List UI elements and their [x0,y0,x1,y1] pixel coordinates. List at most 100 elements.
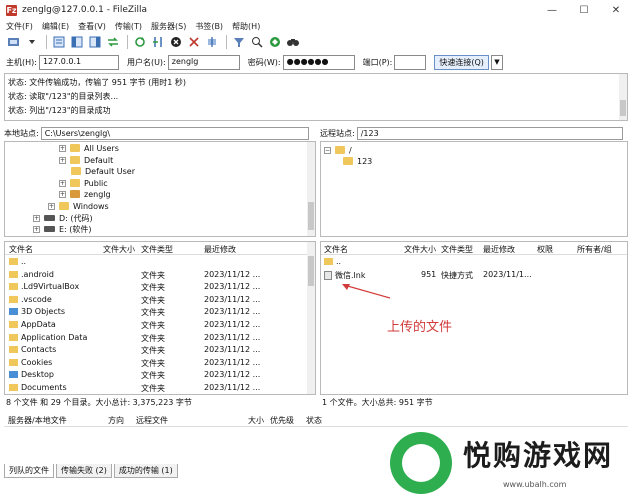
local-list-scrollbar[interactable] [307,242,315,394]
column-filename[interactable]: 文件名 [324,244,348,255]
menu-bookmarks[interactable]: 书签(B) [195,21,223,32]
expand-icon[interactable]: + [33,214,40,222]
site-manager-icon[interactable] [6,35,21,50]
file-name-cell: Cookies [9,358,52,367]
expand-icon[interactable]: + [59,190,66,198]
file-row[interactable]: .Ld9VirtualBox 文件夹 2023/11/12 ... [5,281,315,294]
column-permissions[interactable]: 权限 [537,244,553,255]
file-row[interactable]: Documents 文件夹 2023/11/12 ... [5,382,315,394]
file-name-cell: .. [324,257,341,266]
refresh-icon[interactable] [132,35,147,50]
reconnect-icon[interactable] [204,35,219,50]
expand-icon[interactable]: + [48,202,55,210]
file-row[interactable]: .android 文件夹 2023/11/12 ... [5,269,315,282]
title-bar: Fz zenglg@127.0.0.1 - FileZilla — ☐ ✕ [0,0,632,20]
log-scrollbar[interactable] [619,74,627,120]
port-input[interactable] [394,54,427,70]
file-row[interactable]: Application Data 文件夹 2023/11/12 ... [5,332,315,345]
queue-column-remote[interactable]: 远程文件 [136,415,168,426]
expand-icon[interactable]: + [33,225,40,233]
remote-file-list: 文件名 文件大小 文件类型 最近修改 权限 所有者/组 .. 微信.lnk 951 快… [320,241,628,395]
file-name-cell: 微信.lnk [324,270,365,281]
process-queue-icon[interactable] [150,35,165,50]
local-tree-scrollbar[interactable] [307,142,315,236]
column-modified[interactable]: 最近修改 [483,244,515,255]
compare-icon[interactable] [267,35,282,50]
toggle-local-tree-icon[interactable] [69,35,84,50]
tab-queued-files[interactable]: 列队的文件 [4,464,54,478]
file-row[interactable]: Desktop 文件夹 2023/11/12 ... [5,369,315,382]
tab-failed-transfers[interactable]: 传输失败 (2) [56,464,112,478]
column-filetype[interactable]: 文件类型 [441,244,473,255]
host-input[interactable]: 127.0.0.1 [38,54,119,70]
scroll-thumb[interactable] [308,256,314,286]
tree-item[interactable]: + Windows [48,200,109,212]
quickconnect-dropdown-icon[interactable]: ▼ [490,54,503,70]
file-icon [324,270,332,280]
local-path-input[interactable]: C:\Users\zenglg\ [40,126,309,140]
disconnect-icon[interactable] [186,35,201,50]
tree-item-label: Default [84,155,114,165]
queue-column-local[interactable]: 服务器/本地文件 [8,415,67,426]
menu-help[interactable]: 帮助(H) [232,21,260,32]
tree-item[interactable]: Default User [71,165,135,177]
menu-file[interactable]: 文件(F) [6,21,33,32]
column-filesize[interactable]: 文件大小 [103,244,135,255]
username-input[interactable]: zenglg [167,54,240,70]
expand-icon[interactable]: + [59,179,66,187]
column-filename[interactable]: 文件名 [9,244,33,255]
file-name-cell: Documents [9,383,67,392]
queue-column-direction[interactable]: 方向 [108,415,124,426]
expand-icon[interactable]: + [59,156,66,164]
minimize-button[interactable]: — [536,0,568,20]
maximize-button[interactable]: ☐ [568,0,600,20]
queue-column-status[interactable]: 状态 [306,415,322,426]
toggle-queue-icon[interactable] [105,35,120,50]
menu-transfer[interactable]: 传输(T) [115,21,142,32]
tree-item[interactable]: + zenglg [59,188,111,200]
file-row[interactable]: 3D Objects 文件夹 2023/11/12 ... [5,306,315,319]
file-row[interactable]: Cookies 文件夹 2023/11/12 ... [5,357,315,370]
expand-icon[interactable]: + [59,144,66,152]
close-button[interactable]: ✕ [600,0,632,20]
scroll-thumb[interactable] [620,100,626,116]
toggle-log-icon[interactable] [51,35,66,50]
search-remote-icon[interactable] [285,35,300,50]
menu-view[interactable]: 查看(V) [78,21,106,32]
file-row[interactable]: .. [321,256,627,269]
folder-icon [335,146,345,154]
sync-browse-icon[interactable] [249,35,264,50]
column-filetype[interactable]: 文件类型 [141,244,173,255]
toggle-remote-tree-icon[interactable] [87,35,102,50]
queue-column-size[interactable]: 大小 [248,415,264,426]
log-line: 状态: 读取"/123"的目录列表... [8,92,119,101]
column-filesize[interactable]: 文件大小 [404,244,436,255]
folder-icon [71,167,81,175]
file-row[interactable]: Contacts 文件夹 2023/11/12 ... [5,344,315,357]
menu-server[interactable]: 服务器(S) [151,21,186,32]
password-input[interactable]: ●●●●●● [282,54,355,70]
file-row[interactable]: 微信.lnk 951 快捷方式 2023/11/1... [321,269,627,282]
collapse-icon[interactable]: − [324,146,331,154]
tree-item[interactable]: + All Users [59,142,119,154]
tree-item[interactable]: 123 [343,155,372,167]
column-owner-group[interactable]: 所有者/组 [577,244,612,255]
quickconnect-button[interactable]: 快速连接(Q) [434,54,489,70]
file-row[interactable]: .. [5,256,315,269]
tab-successful-transfers[interactable]: 成功的传输 (1) [113,464,178,478]
column-modified[interactable]: 最近修改 [204,244,236,255]
dropdown-arrow-icon[interactable] [24,35,39,50]
file-row[interactable]: .vscode 文件夹 2023/11/12 ... [5,294,315,307]
tree-item[interactable]: + E: (软件) [33,223,92,235]
folder-icon [343,157,353,165]
file-type: 文件夹 [141,333,165,343]
queue-column-priority[interactable]: 优先级 [270,415,294,426]
remote-path-input[interactable]: /123 [356,126,623,140]
menu-edit[interactable]: 编辑(E) [42,21,69,32]
scroll-thumb[interactable] [308,202,314,230]
tree-item-label: All Users [84,143,119,153]
watermark: 悦购游戏网 www.ubalh.com [368,430,632,500]
cancel-operation-icon[interactable] [168,35,183,50]
filter-icon[interactable] [231,35,246,50]
file-row[interactable]: AppData 文件夹 2023/11/12 ... [5,319,315,332]
